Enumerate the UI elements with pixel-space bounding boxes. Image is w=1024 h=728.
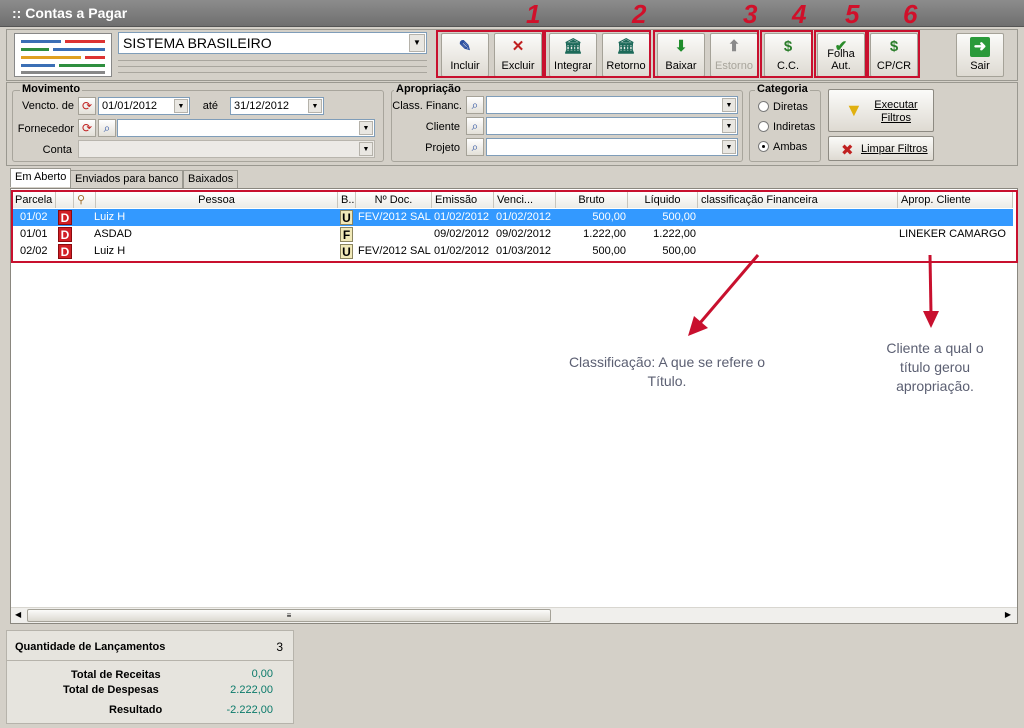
despesas-value: 2.222,00 <box>230 684 273 696</box>
scroll-left-icon[interactable]: ◀ <box>15 610 21 619</box>
scroll-right-icon[interactable]: ▶ <box>1005 610 1011 619</box>
company-logo <box>14 33 112 77</box>
annotation-box-2 <box>544 30 651 78</box>
horizontal-scrollbar[interactable]: ◀ ≡ ▶ <box>11 607 1017 623</box>
search-icon[interactable]: ⌕ <box>466 138 484 156</box>
divider <box>118 66 427 67</box>
qtd-value: 3 <box>276 640 283 654</box>
receitas-label: Total de Receitas <box>71 669 161 681</box>
search-icon[interactable]: ⌕ <box>466 117 484 135</box>
company-select-value: SISTEMA BRASILEIRO <box>123 35 272 51</box>
chevron-down-icon[interactable]: ▼ <box>722 98 736 112</box>
annotation-number-1: 1 <box>526 0 541 29</box>
cliente-select[interactable]: ▼ <box>486 117 738 135</box>
annotation-box-grid <box>11 190 1018 263</box>
resultado-value: -2.222,00 <box>226 704 273 716</box>
divider <box>118 72 427 73</box>
annotation-box-4 <box>760 30 813 78</box>
tab-baixados[interactable]: Baixados <box>183 170 239 188</box>
projeto-label: Projeto <box>425 142 460 154</box>
sair-button[interactable]: ➜ Sair <box>956 33 1004 77</box>
radio-dot <box>758 101 769 112</box>
chevron-down-icon[interactable]: ▼ <box>409 34 425 52</box>
summary-panel: Quantidade de Lançamentos 3 Total de Rec… <box>6 630 294 724</box>
radio-diretas[interactable]: Diretas <box>758 101 808 113</box>
chevron-down-icon[interactable]: ▼ <box>308 99 322 113</box>
scrollbar-thumb[interactable]: ≡ <box>27 609 551 622</box>
funnel-icon: ▼ <box>845 100 863 120</box>
fornecedor-select[interactable]: ▼ <box>117 119 375 137</box>
tab-enviados-para-banco[interactable]: Enviados para banco <box>70 170 184 188</box>
date-from-field[interactable]: 01/01/2012 ▼ <box>98 97 190 115</box>
search-icon[interactable]: ⌕ <box>466 96 484 114</box>
resultado-label: Resultado <box>109 704 163 716</box>
chevron-down-icon[interactable]: ▼ <box>722 119 736 133</box>
annotation-classificacao: Classificação: A que se refere o Título. <box>568 354 766 389</box>
fornecedor-label: Fornecedor <box>17 123 74 135</box>
projeto-select[interactable]: ▼ <box>486 138 738 156</box>
chevron-down-icon[interactable]: ▼ <box>174 99 188 113</box>
vencto-label: Vencto. de <box>22 100 74 112</box>
radio-dot <box>758 121 769 132</box>
divider <box>118 60 427 61</box>
chevron-down-icon[interactable]: ▼ <box>722 140 736 154</box>
conta-label: Conta <box>42 144 72 156</box>
exit-arrow-icon: ➜ <box>970 37 990 57</box>
apropriacao-title: Apropriação <box>394 83 463 95</box>
grip-icon: ≡ <box>286 611 292 620</box>
annotation-cliente: Cliente a qual o título gerou apropriaçã… <box>886 340 984 394</box>
executar-filtros-button[interactable]: ▼ Executar Filtros <box>828 89 934 132</box>
chevron-down-icon[interactable]: ▼ <box>359 121 373 135</box>
annotation-number-5: 5 <box>845 0 860 29</box>
annotation-box-1 <box>436 30 544 78</box>
radio-dot-selected <box>758 141 769 152</box>
refresh-icon[interactable]: ⟳ <box>78 119 96 137</box>
cliente-label: Cliente <box>425 121 460 133</box>
company-select[interactable]: SISTEMA BRASILEIRO ▼ <box>118 32 427 54</box>
date-to-field[interactable]: 31/12/2012 ▼ <box>230 97 324 115</box>
window-title: :: Contas a Pagar <box>0 0 1024 27</box>
receitas-value: 0,00 <box>251 668 273 680</box>
annotation-number-6: 6 <box>903 0 918 29</box>
chevron-down-icon[interactable]: ▼ <box>359 142 373 156</box>
funnel-clear-icon: ✖ <box>841 142 854 159</box>
tab-em-aberto[interactable]: Em Aberto <box>10 168 72 187</box>
categoria-title: Categoria <box>755 83 810 95</box>
annotation-box-6 <box>867 30 920 78</box>
annotation-box-5 <box>814 30 867 78</box>
annotation-number-3: 3 <box>743 0 758 29</box>
search-icon[interactable]: ⌕ <box>98 119 116 137</box>
radio-indiretas[interactable]: Indiretas <box>758 121 815 133</box>
annotation-number-2: 2 <box>632 0 647 29</box>
conta-select[interactable]: ▼ <box>78 140 375 158</box>
annotation-box-3 <box>653 30 759 78</box>
qtd-label: Quantidade de Lançamentos <box>15 641 166 653</box>
movimento-title: Movimento <box>20 83 83 95</box>
despesas-label: Total de Despesas <box>63 684 159 696</box>
class-financ-label: Class. Financ. <box>392 100 462 112</box>
radio-ambas[interactable]: Ambas <box>758 141 807 153</box>
class-financ-select[interactable]: ▼ <box>486 96 738 114</box>
ate-label: até <box>202 100 218 112</box>
divider <box>7 660 293 661</box>
refresh-icon[interactable]: ⟳ <box>78 97 96 115</box>
limpar-filtros-button[interactable]: ✖ Limpar Filtros <box>828 136 934 161</box>
annotation-number-4: 4 <box>792 0 807 29</box>
